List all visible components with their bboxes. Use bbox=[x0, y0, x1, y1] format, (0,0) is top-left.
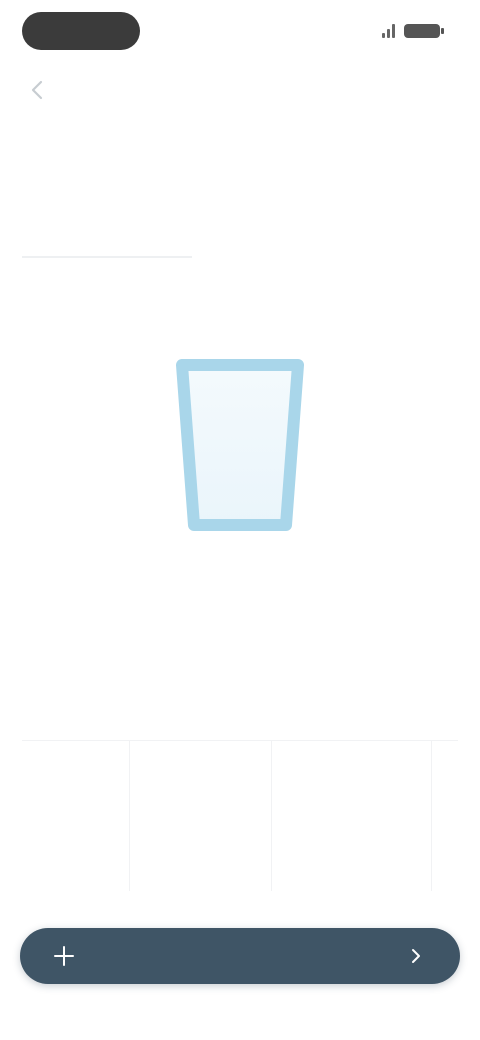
signal-icon bbox=[382, 24, 396, 38]
status-bar bbox=[0, 0, 480, 62]
chevron-left-icon[interactable] bbox=[26, 78, 50, 102]
chevron-right-icon bbox=[408, 948, 424, 964]
navigation-bar bbox=[0, 70, 480, 110]
add-water-button[interactable] bbox=[20, 928, 460, 984]
history-grid bbox=[22, 740, 458, 891]
battery-icon bbox=[404, 24, 444, 38]
history-column bbox=[130, 741, 272, 891]
water-glass-icon[interactable] bbox=[160, 345, 320, 545]
section-divider bbox=[22, 256, 192, 258]
history-column bbox=[272, 741, 432, 891]
status-time-pill bbox=[22, 12, 140, 50]
history-column bbox=[22, 741, 130, 891]
plus-icon bbox=[54, 946, 74, 966]
